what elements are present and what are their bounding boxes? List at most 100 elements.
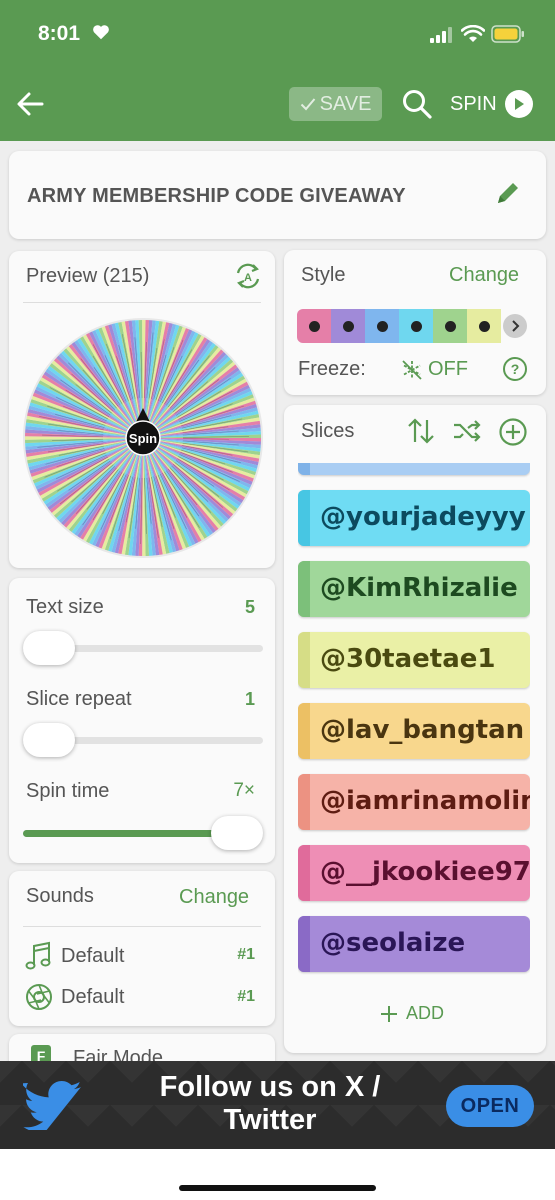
spin-time-value: 7× [233, 780, 255, 801]
palette-swatch[interactable] [433, 309, 467, 343]
spin-time-knob[interactable] [211, 816, 263, 850]
text-size-slider[interactable] [23, 631, 263, 665]
ad-banner[interactable]: Follow us on X / Twitter OPEN [0, 1061, 555, 1149]
spin-time-slider[interactable] [23, 816, 263, 850]
slice-repeat-slider[interactable] [23, 723, 263, 757]
text-size-knob[interactable] [23, 631, 75, 665]
preview-label: Preview (215) [26, 265, 150, 287]
spin-sound-number: #1 [237, 946, 255, 963]
plus-icon [381, 1005, 397, 1022]
slice-item[interactable]: @yourjadeyyy [298, 490, 530, 546]
spin-wheel[interactable]: Spin [21, 316, 265, 560]
slice-item[interactable]: @KimRhizalie [298, 561, 530, 617]
preview-divider [23, 302, 261, 303]
slice-text: @iamrinamolina [320, 786, 530, 816]
swatch-dot [376, 320, 388, 332]
slice-text: @lav_bangtan [320, 715, 525, 745]
ad-text: Follow us on X / Twitter [159, 1071, 381, 1136]
slice-color-bar [298, 490, 310, 546]
swatch-dot [478, 320, 490, 332]
save-button[interactable]: SAVE [289, 87, 382, 121]
slice-repeat-knob[interactable] [23, 723, 75, 757]
ad-open-button[interactable]: OPEN [446, 1085, 534, 1127]
slice-color-bar [298, 774, 310, 830]
win-sound-row[interactable]: Default [25, 983, 124, 1011]
cellular-signal-icon [430, 27, 452, 43]
slice-item[interactable]: @30taetae1 [298, 632, 530, 688]
sort-icon[interactable] [406, 417, 436, 445]
style-change-link[interactable]: Change [449, 264, 519, 287]
slice-repeat-label: Slice repeat [26, 688, 132, 710]
add-circle-icon[interactable] [498, 417, 528, 447]
heart-icon [93, 25, 109, 40]
auto-rotate-icon[interactable]: A [233, 261, 263, 291]
battery-icon [491, 25, 524, 43]
palette-swatch[interactable] [297, 309, 331, 343]
slice-text: @KimRhizalie [320, 573, 518, 603]
slice-item[interactable]: @lav_bangtan [298, 703, 530, 759]
music-note-icon [25, 941, 51, 970]
swatch-dot [410, 320, 422, 332]
spin-button[interactable]: SPIN [450, 89, 533, 119]
palette-swatch[interactable] [365, 309, 399, 343]
status-time: 8:01 [38, 22, 81, 45]
color-palette[interactable] [297, 309, 533, 343]
slice-item[interactable]: @____y____y [298, 463, 530, 475]
wheel-title-card[interactable]: ARMY MEMBERSHIP CODE GIVEAWAY [9, 151, 546, 239]
slice-item[interactable]: @__jkookiee97 [298, 845, 530, 901]
back-arrow-icon[interactable] [14, 88, 46, 120]
add-slice-button[interactable]: ADD [380, 1003, 444, 1024]
slice-item[interactable]: @iamrinamolina [298, 774, 530, 830]
svg-text:A: A [244, 272, 252, 284]
snowflake-off-icon [402, 359, 422, 380]
spin-sound-row[interactable]: Default [25, 941, 124, 971]
slice-color-bar [298, 561, 310, 617]
wheel-hub-label: Spin [129, 431, 157, 446]
freeze-toggle[interactable]: OFF [401, 358, 468, 381]
pencil-icon[interactable] [493, 178, 523, 208]
slices-list[interactable]: @____y____y @yourjadeyyy @KimRhizalie @30ta… [298, 463, 530, 1003]
spin-label: SPIN [450, 92, 497, 115]
slice-text: @seolaize [320, 928, 466, 958]
spin-time-fill [23, 830, 237, 837]
sounds-card: Sounds Change Default #1 Default #1 [9, 871, 275, 1026]
slice-color-bar [298, 632, 310, 688]
svg-text:?: ? [511, 361, 520, 377]
slices-label: Slices [301, 420, 355, 442]
home-indicator-area [0, 1149, 555, 1200]
preview-card: Preview (215) A Spin [9, 251, 275, 568]
wheel-settings-card: Text size 5 Slice repeat 1 Spin time 7× [9, 578, 275, 863]
swatch-dot [308, 320, 320, 332]
palette-swatch[interactable] [331, 309, 365, 343]
sounds-divider [23, 926, 261, 927]
palette-next-icon[interactable] [503, 314, 527, 338]
wheel-title: ARMY MEMBERSHIP CODE GIVEAWAY [27, 185, 406, 207]
slice-text: @__jkookiee97 [320, 857, 530, 887]
win-sound-name: Default [61, 985, 125, 1008]
palette-swatch[interactable] [467, 309, 501, 343]
freeze-label: Freeze: [298, 358, 366, 380]
slice-text: @yourjadeyyy [320, 502, 526, 532]
home-indicator[interactable] [179, 1185, 376, 1191]
slice-color-bar [298, 703, 310, 759]
shutter-icon [26, 984, 52, 1010]
app-header: 8:01 SAVE SPIN [0, 0, 555, 141]
freeze-value: OFF [428, 358, 468, 380]
slice-repeat-value: 1 [244, 689, 255, 709]
swatch-dot [342, 320, 354, 332]
palette-swatch[interactable] [399, 309, 433, 343]
sounds-change-link[interactable]: Change [179, 886, 249, 909]
text-size-value: 5 [244, 597, 255, 617]
search-icon[interactable] [400, 87, 434, 121]
style-card: Style Change Freeze: OFF ? [284, 250, 546, 395]
slice-item[interactable]: @seolaize [298, 916, 530, 972]
style-label: Style [301, 264, 346, 286]
shuffle-icon[interactable] [452, 417, 482, 445]
text-size-label: Text size [26, 596, 104, 618]
help-icon[interactable]: ? [502, 356, 528, 382]
play-icon [504, 90, 533, 118]
slices-card: Slices @____y____y @yourjadeyyy @KimRhizal… [284, 405, 546, 1053]
spin-time-label: Spin time [26, 780, 110, 802]
win-sound-number: #1 [237, 988, 255, 1005]
swatch-dot [444, 320, 456, 332]
